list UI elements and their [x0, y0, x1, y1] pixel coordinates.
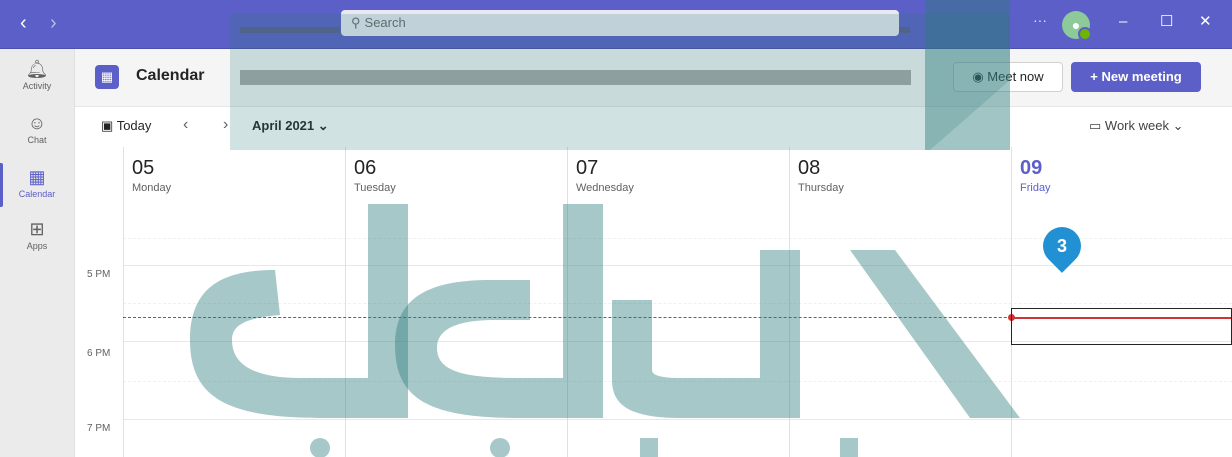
day-header-wednesday[interactable]: 07 Wednesday — [567, 147, 789, 201]
bell-icon: 🔔︎ — [25, 59, 49, 79]
redacted-bar — [899, 27, 910, 33]
day-headers: 05 Monday 06 Tuesday 07 Wednesday 08 Thu… — [75, 147, 1232, 202]
day-header-monday[interactable]: 05 Monday — [123, 147, 345, 201]
rail-item-label: Calendar — [18, 189, 56, 199]
calendar-app-icon: ▦ — [95, 65, 119, 89]
redacted-bar — [240, 27, 340, 33]
plus-icon: + — [1090, 69, 1098, 84]
today-label: Today — [116, 118, 152, 133]
view-icon: ▭ — [1089, 118, 1102, 133]
chat-icon: ☺ — [27, 113, 47, 133]
half-hour-line — [123, 303, 1232, 304]
time-grid[interactable]: 5 PM 6 PM 7 PM 3 — [75, 201, 1232, 457]
time-label: 6 PM — [87, 348, 111, 359]
presence-available-icon — [1078, 27, 1092, 41]
back-arrow-icon[interactable]: ‹ — [20, 11, 27, 35]
column-divider — [123, 201, 124, 457]
view-selector[interactable]: ▭ Work week ⌄ — [1089, 118, 1184, 134]
rail-item-label: Apps — [26, 241, 48, 251]
day-name: Monday — [132, 182, 172, 194]
more-options-icon[interactable]: ··· — [1033, 12, 1047, 28]
day-header-tuesday[interactable]: 06 Tuesday — [345, 147, 567, 201]
rail-item-label: Activity — [22, 81, 52, 91]
day-header-thursday[interactable]: 08 Thursday — [789, 147, 1011, 201]
rail-item-label: Chat — [27, 135, 47, 145]
day-name: Friday — [1020, 182, 1051, 194]
month-label: April 2021 — [252, 118, 315, 133]
column-divider — [789, 201, 790, 457]
day-header-friday[interactable]: 09 Friday — [1011, 147, 1232, 201]
day-name: Wednesday — [576, 182, 634, 194]
rail-item-calendar[interactable]: ▦ Calendar — [0, 167, 74, 199]
rail-item-activity[interactable]: 🔔︎ Activity — [0, 59, 74, 91]
rail-item-apps[interactable]: ⊞ Apps — [0, 219, 74, 251]
half-hour-line — [123, 381, 1232, 382]
day-name: Tuesday — [354, 182, 396, 194]
avatar[interactable]: ● — [1062, 11, 1092, 41]
redacted-bar — [240, 70, 911, 85]
new-meeting-label: New meeting — [1101, 69, 1182, 84]
time-label: 5 PM — [87, 269, 111, 280]
maximize-button[interactable]: ☐ — [1160, 12, 1173, 32]
apps-icon: ⊞ — [29, 219, 45, 239]
day-number: 09 — [1020, 157, 1043, 179]
day-number: 07 — [576, 157, 599, 179]
calendar-main: ▦ Calendar ◉ Meet now + New meeting ▣ To… — [75, 49, 1232, 457]
callout-number: 3 — [1056, 236, 1068, 257]
day-number: 05 — [132, 157, 155, 179]
page-title: Calendar — [136, 67, 205, 84]
camera-icon: ◉ — [972, 69, 984, 84]
time-label: 7 PM — [87, 423, 111, 434]
today-icon: ▣ — [101, 118, 114, 133]
column-divider — [567, 201, 568, 457]
rail-item-chat[interactable]: ☺ Chat — [0, 113, 74, 145]
calendar-toolbar: ▣ Today ‹ › April 2021 ⌄ ▭ Work week ⌄ — [75, 107, 1232, 148]
selected-time-slot[interactable] — [1011, 308, 1232, 345]
new-meeting-button[interactable]: + New meeting — [1071, 62, 1201, 92]
day-name: Thursday — [798, 182, 844, 194]
next-week-icon[interactable]: › — [223, 116, 228, 134]
close-button[interactable]: ✕ — [1199, 12, 1212, 32]
forward-arrow-icon[interactable]: › — [50, 11, 57, 35]
column-divider — [345, 201, 346, 457]
calendar-icon: ▦ — [28, 167, 46, 187]
hour-line — [123, 419, 1232, 420]
previous-week-icon[interactable]: ‹ — [183, 116, 188, 134]
month-picker[interactable]: April 2021 ⌄ — [252, 118, 329, 134]
title-bar: ‹ › ⚲ Search ··· ● – ☐ ✕ — [0, 0, 1232, 49]
day-number: 08 — [798, 157, 821, 179]
search-placeholder: Search — [364, 15, 406, 30]
app-rail: 🔔︎ Activity ☺ Chat ▦ Calendar ⊞ Apps — [0, 49, 75, 457]
today-button[interactable]: ▣ Today — [101, 118, 151, 134]
chevron-down-icon: ⌄ — [1172, 118, 1184, 133]
minimize-button[interactable]: – — [1119, 12, 1127, 32]
search-input[interactable]: ⚲ Search — [341, 10, 899, 36]
day-number: 06 — [354, 157, 377, 179]
view-label: Work week — [1104, 118, 1169, 133]
meet-now-label: Meet now — [987, 69, 1044, 84]
meet-now-button[interactable]: ◉ Meet now — [953, 62, 1063, 92]
calendar-header: ▦ Calendar ◉ Meet now + New meeting — [75, 49, 1232, 107]
chevron-down-icon: ⌄ — [317, 118, 329, 133]
search-icon: ⚲ — [351, 15, 361, 30]
